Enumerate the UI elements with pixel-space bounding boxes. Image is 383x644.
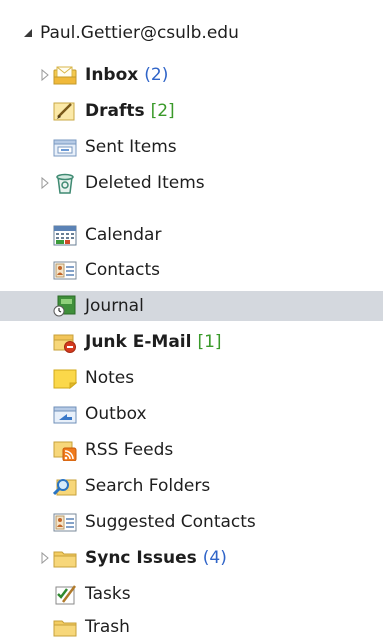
journal-icon (53, 295, 76, 317)
folder-name: Contacts (85, 260, 160, 280)
folder-rss-feeds[interactable]: RSS Feeds (0, 435, 383, 465)
account-label: Paul.Gettier@csulb.edu (40, 23, 239, 43)
folder-name: RSS Feeds (85, 440, 174, 460)
collapse-triangle-icon[interactable] (22, 27, 34, 39)
calendar-icon (53, 225, 77, 246)
expand-triangle-icon[interactable] (39, 551, 51, 565)
folder-label: Sync Issues (4) (85, 543, 227, 573)
folder-label: Junk E-Mail [1] (85, 327, 222, 357)
expand-triangle-icon[interactable] (39, 176, 51, 190)
outbox-icon (53, 406, 77, 424)
expand-triangle-icon[interactable] (39, 68, 51, 82)
folder-inbox[interactable]: Inbox (2) (0, 60, 383, 90)
junk-email-icon (53, 334, 76, 353)
folder-name: Drafts (85, 101, 145, 121)
rss-feeds-icon (53, 441, 77, 461)
folder-contacts[interactable]: Contacts (0, 255, 383, 285)
contacts-icon (53, 261, 77, 280)
drafts-icon (53, 102, 75, 121)
folder-name: Sync Issues (85, 548, 197, 568)
suggested-contacts-icon (53, 513, 77, 532)
sent-items-icon (53, 139, 77, 157)
folder-name: Calendar (85, 225, 162, 245)
folder-suggested-contacts[interactable]: Suggested Contacts (0, 507, 383, 537)
folder-name: Tasks (85, 584, 131, 604)
folder-trash[interactable]: Trash (0, 612, 383, 642)
folder-drafts[interactable]: Drafts [2] (0, 96, 383, 126)
inbox-icon (53, 66, 77, 85)
tasks-icon (55, 585, 76, 605)
folder-name: Sent Items (85, 137, 177, 157)
folder-name: Outbox (85, 404, 147, 424)
folder-outbox[interactable]: Outbox (0, 399, 383, 429)
folder-deleted-items[interactable]: Deleted Items (0, 168, 383, 198)
folder-notes[interactable]: Notes (0, 363, 383, 393)
item-count: [1] (197, 332, 222, 352)
folder-label: Drafts [2] (85, 96, 175, 126)
folder-name: Search Folders (85, 476, 211, 496)
folder-tasks[interactable]: Tasks (0, 579, 383, 609)
folder-name: Deleted Items (85, 173, 205, 193)
folder-name: Inbox (85, 65, 139, 85)
account-row[interactable]: Paul.Gettier@csulb.edu (0, 18, 383, 48)
sync-issues-icon (53, 551, 77, 568)
folder-journal[interactable]: Journal (0, 291, 383, 321)
folder-sync-issues[interactable]: Sync Issues (4) (0, 543, 383, 573)
folder-name: Journal (85, 296, 144, 316)
deleted-items-icon (56, 173, 74, 194)
unread-count: (2) (144, 65, 169, 85)
item-count: [2] (150, 101, 175, 121)
folder-calendar[interactable]: Calendar (0, 220, 383, 250)
folder-name: Junk E-Mail (85, 332, 192, 352)
trash-icon (53, 620, 77, 637)
folder-name: Suggested Contacts (85, 512, 256, 532)
unread-count: (4) (202, 548, 227, 568)
folder-pane: Paul.Gettier@csulb.edu Inbox (2) Drafts [2… (0, 0, 383, 644)
folder-junk-email[interactable]: Junk E-Mail [1] (0, 327, 383, 357)
folder-sent-items[interactable]: Sent Items (0, 132, 383, 162)
folder-name: Notes (85, 368, 135, 388)
notes-icon (53, 369, 77, 389)
folder-name: Trash (85, 617, 130, 637)
folder-label: Inbox (2) (85, 60, 168, 90)
search-folders-icon (53, 479, 77, 496)
folder-search-folders[interactable]: Search Folders (0, 471, 383, 501)
